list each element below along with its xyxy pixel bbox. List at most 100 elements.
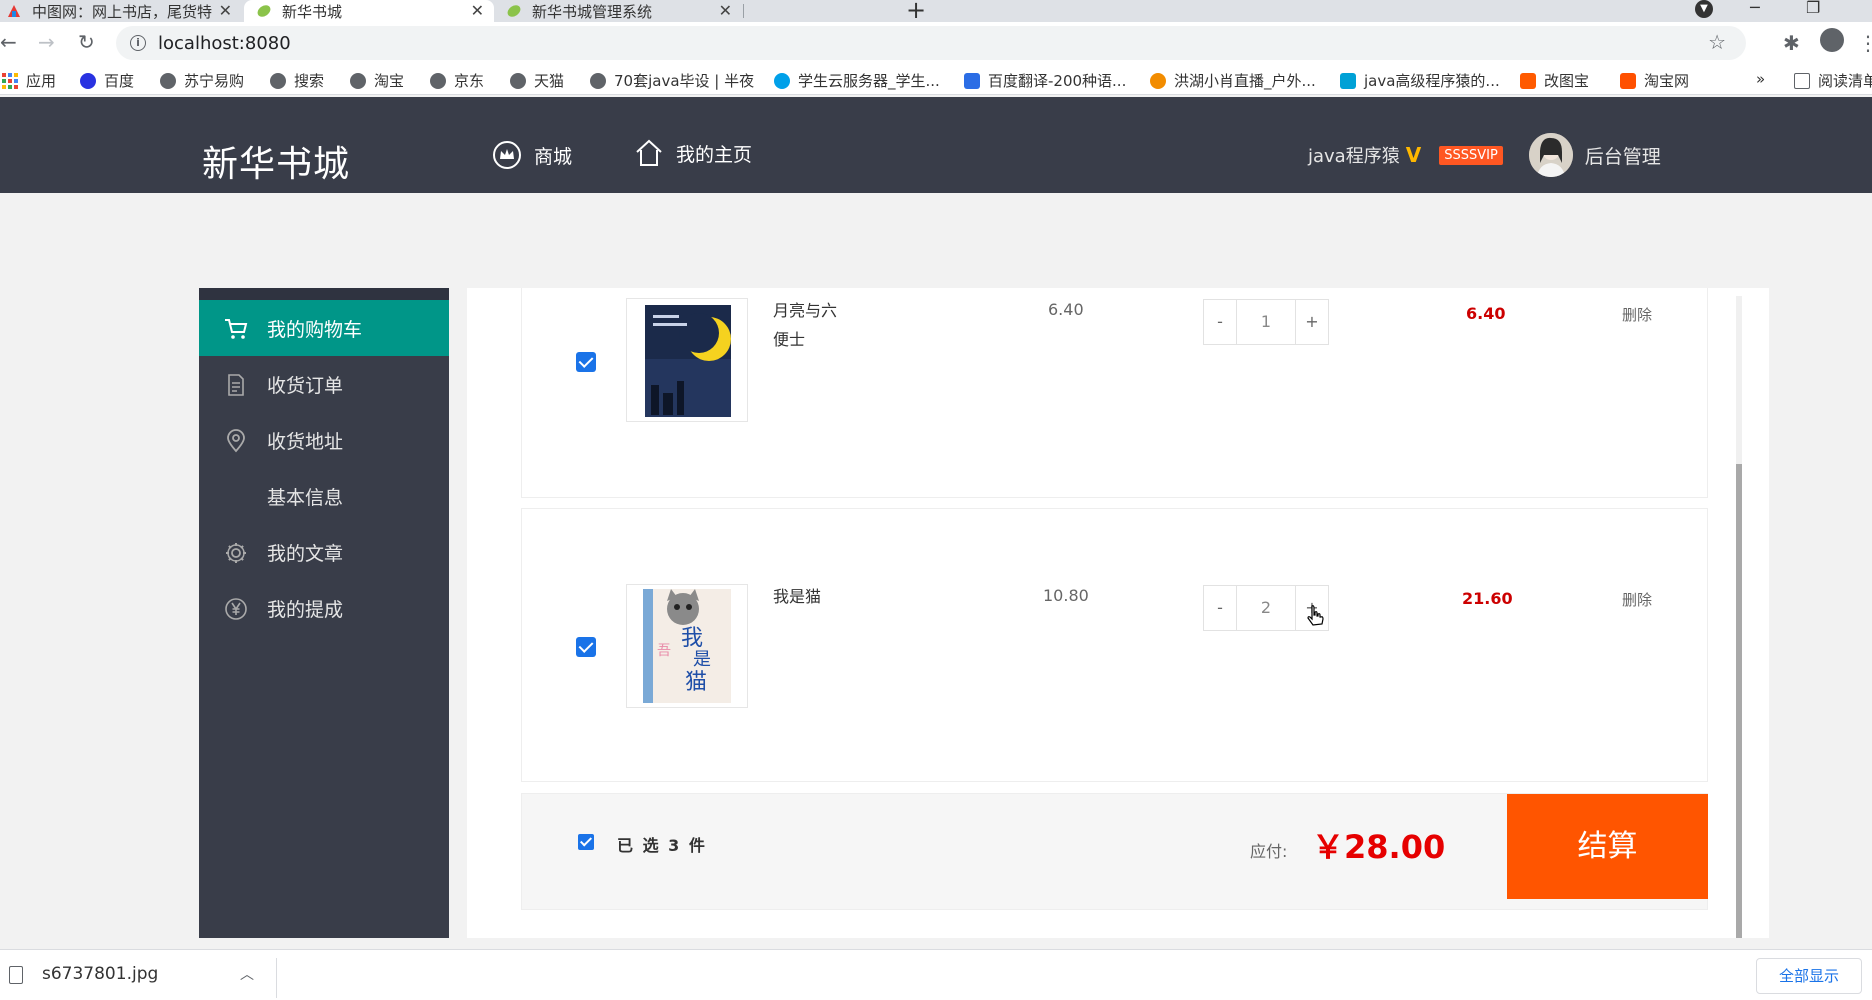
avatar[interactable] [1528, 133, 1573, 177]
cart-summary: 已 选 3 件 应付: ￥28.00 结算 [521, 793, 1708, 910]
bookmark-label: 改图宝 [1544, 72, 1590, 90]
bookmark-bilibili[interactable]: java高级程序猿的... [1340, 70, 1500, 91]
nav-mall-label: 商城 [534, 145, 573, 168]
minimize-icon[interactable]: ─ [1750, 0, 1760, 17]
quantity-input[interactable]: 2 [1237, 585, 1295, 631]
scrollbar-thumb[interactable] [1736, 464, 1742, 938]
bookmark-tmall[interactable]: 天猫 [510, 70, 564, 91]
location-icon [227, 429, 245, 453]
globe-icon [350, 72, 366, 89]
tab-zhongtu[interactable]: 中图网：网上书店，尾货特色书店 ✕ [6, 0, 242, 22]
book-cover[interactable]: 我 是 猫 吾 [626, 584, 748, 708]
delete-link[interactable]: 删除 [1622, 304, 1652, 325]
chevron-up-icon[interactable]: ︿ [240, 964, 254, 984]
bookmark-star-icon[interactable]: ☆ [1708, 30, 1726, 54]
bookmark-taobao[interactable]: 淘宝 [350, 70, 404, 91]
cart-item: 我 是 猫 吾 我是猫 10.80 - 2 + 21.60 删除 [521, 508, 1708, 782]
sidebar-item-address[interactable]: 收货地址 [199, 412, 449, 468]
bookmark-suning[interactable]: 苏宁易购 [160, 70, 244, 91]
taobao-icon [1620, 72, 1636, 89]
omnibox[interactable]: i localhost:8080 ☆ [116, 26, 1746, 60]
book-cover[interactable] [626, 298, 748, 422]
bookmark-gaitubao[interactable]: 改图宝 [1520, 70, 1589, 91]
more-bookmarks-icon[interactable]: » [1756, 70, 1765, 88]
download-filename[interactable]: s6737801.jpg [42, 964, 158, 984]
tab-search-icon[interactable]: ▼ [1695, 0, 1713, 18]
bookmark-label: 天猫 [534, 72, 565, 90]
bookmark-baidu-translate[interactable]: 百度翻译-200种语... [964, 70, 1126, 91]
bookmark-student-cloud[interactable]: 学生云服务器_学生... [774, 70, 940, 91]
bookmark-label: 淘宝 [374, 72, 405, 90]
nav-mall[interactable]: 商城 [492, 140, 572, 170]
unit-price: 10.80 [1043, 586, 1089, 605]
admin-link[interactable]: 后台管理 [1585, 142, 1661, 169]
increment-button[interactable]: + [1295, 299, 1329, 345]
reload-icon[interactable]: ↻ [78, 30, 95, 54]
cloud-icon [774, 72, 790, 89]
bookmark-search[interactable]: 搜索 [270, 70, 324, 91]
baidu-paw-icon [80, 72, 96, 89]
item-subtotal: 6.40 [1466, 304, 1506, 323]
close-tab-icon[interactable]: ✕ [719, 1, 732, 20]
book-title[interactable]: 月亮与六便士 [773, 296, 843, 354]
address-bar-row: ← → ↻ i localhost:8080 ☆ ✱ ⋮ [0, 22, 1872, 63]
bookmark-douyu[interactable]: 洪湖小肖直播_户外... [1150, 70, 1316, 91]
globe-icon [160, 72, 176, 89]
gaitubao-icon [1520, 72, 1536, 89]
decrement-button[interactable]: - [1203, 299, 1237, 345]
tab-separator [743, 4, 744, 18]
username[interactable]: java程序猿 [1308, 142, 1400, 168]
delete-link[interactable]: 删除 [1622, 589, 1652, 610]
bookmark-jd[interactable]: 京东 [430, 70, 484, 91]
quantity-input[interactable]: 1 [1237, 299, 1295, 345]
close-tab-icon[interactable]: ✕ [219, 1, 232, 20]
new-tab-button[interactable]: + [906, 0, 926, 24]
sidebar-item-commission[interactable]: 我的提成 [199, 580, 449, 636]
selected-count: 已 选 3 件 [617, 836, 707, 855]
bookmark-baidu[interactable]: 百度 [80, 70, 134, 91]
back-icon[interactable]: ← [0, 30, 17, 54]
sidebar-item-cart[interactable]: 我的购物车 [199, 300, 449, 356]
extensions-icon[interactable]: ✱ [1783, 31, 1800, 55]
restore-icon[interactable]: ❐ [1806, 0, 1820, 17]
checkout-button[interactable]: 结算 [1507, 794, 1708, 899]
bookmark-java-projects[interactable]: 70套java毕设 | 半夜 [590, 70, 754, 91]
close-tab-icon[interactable]: ✕ [471, 1, 484, 20]
reading-list[interactable]: 阅读清单 [1794, 70, 1872, 91]
bookmark-apps[interactable]: 应用 [2, 70, 56, 91]
profile-icon[interactable] [1820, 28, 1844, 52]
download-separator [276, 958, 277, 998]
tab-label: 新华书城 [282, 2, 343, 21]
crown-icon [493, 141, 521, 169]
bookmarks-bar: 应用 百度 苏宁易购 搜索 淘宝 京东 天猫 70套java毕设 | 半夜 学生… [0, 63, 1872, 95]
forward-icon[interactable]: → [38, 30, 55, 54]
select-all-checkbox[interactable] [578, 834, 594, 850]
show-all-downloads-button[interactable]: 全部显示 [1756, 958, 1862, 994]
pay-label: 应付: [1250, 842, 1288, 861]
bookmark-label: java高级程序猿的... [1364, 72, 1500, 90]
book-title[interactable]: 我是猫 [773, 582, 843, 611]
url-text[interactable]: localhost:8080 [158, 33, 291, 54]
svg-text:吾: 吾 [657, 643, 671, 659]
site-logo[interactable]: 新华书城 [202, 135, 350, 187]
scrollbar[interactable] [1736, 296, 1742, 938]
tab-admin[interactable]: 新华书城管理系统 ✕ [506, 0, 742, 22]
sidebar-item-articles[interactable]: 我的文章 [199, 524, 449, 580]
bookmark-taobao-net[interactable]: 淘宝网 [1620, 70, 1689, 91]
leaf-favicon-icon [257, 5, 271, 17]
item-checkbox[interactable] [576, 637, 596, 657]
site-info-icon[interactable]: i [130, 35, 146, 51]
bilibili-icon [1340, 72, 1356, 89]
item-checkbox[interactable] [576, 352, 596, 372]
sidebar: 我的购物车 收货订单 收货地址 基本信息 我的文章 我的提成 [199, 288, 449, 938]
document-icon [228, 374, 244, 396]
sidebar-item-profile[interactable]: 基本信息 [199, 468, 449, 524]
douyu-icon [1150, 72, 1166, 89]
nav-home[interactable]: 我的主页 [634, 138, 752, 168]
sidebar-item-orders[interactable]: 收货订单 [199, 356, 449, 412]
menu-icon[interactable]: ⋮ [1858, 31, 1872, 55]
decrement-button[interactable]: - [1203, 585, 1237, 631]
bookmark-label: 搜索 [294, 72, 325, 90]
book-cover-moon-image [627, 299, 747, 421]
tab-xinhua[interactable]: 新华书城 ✕ [244, 0, 494, 22]
